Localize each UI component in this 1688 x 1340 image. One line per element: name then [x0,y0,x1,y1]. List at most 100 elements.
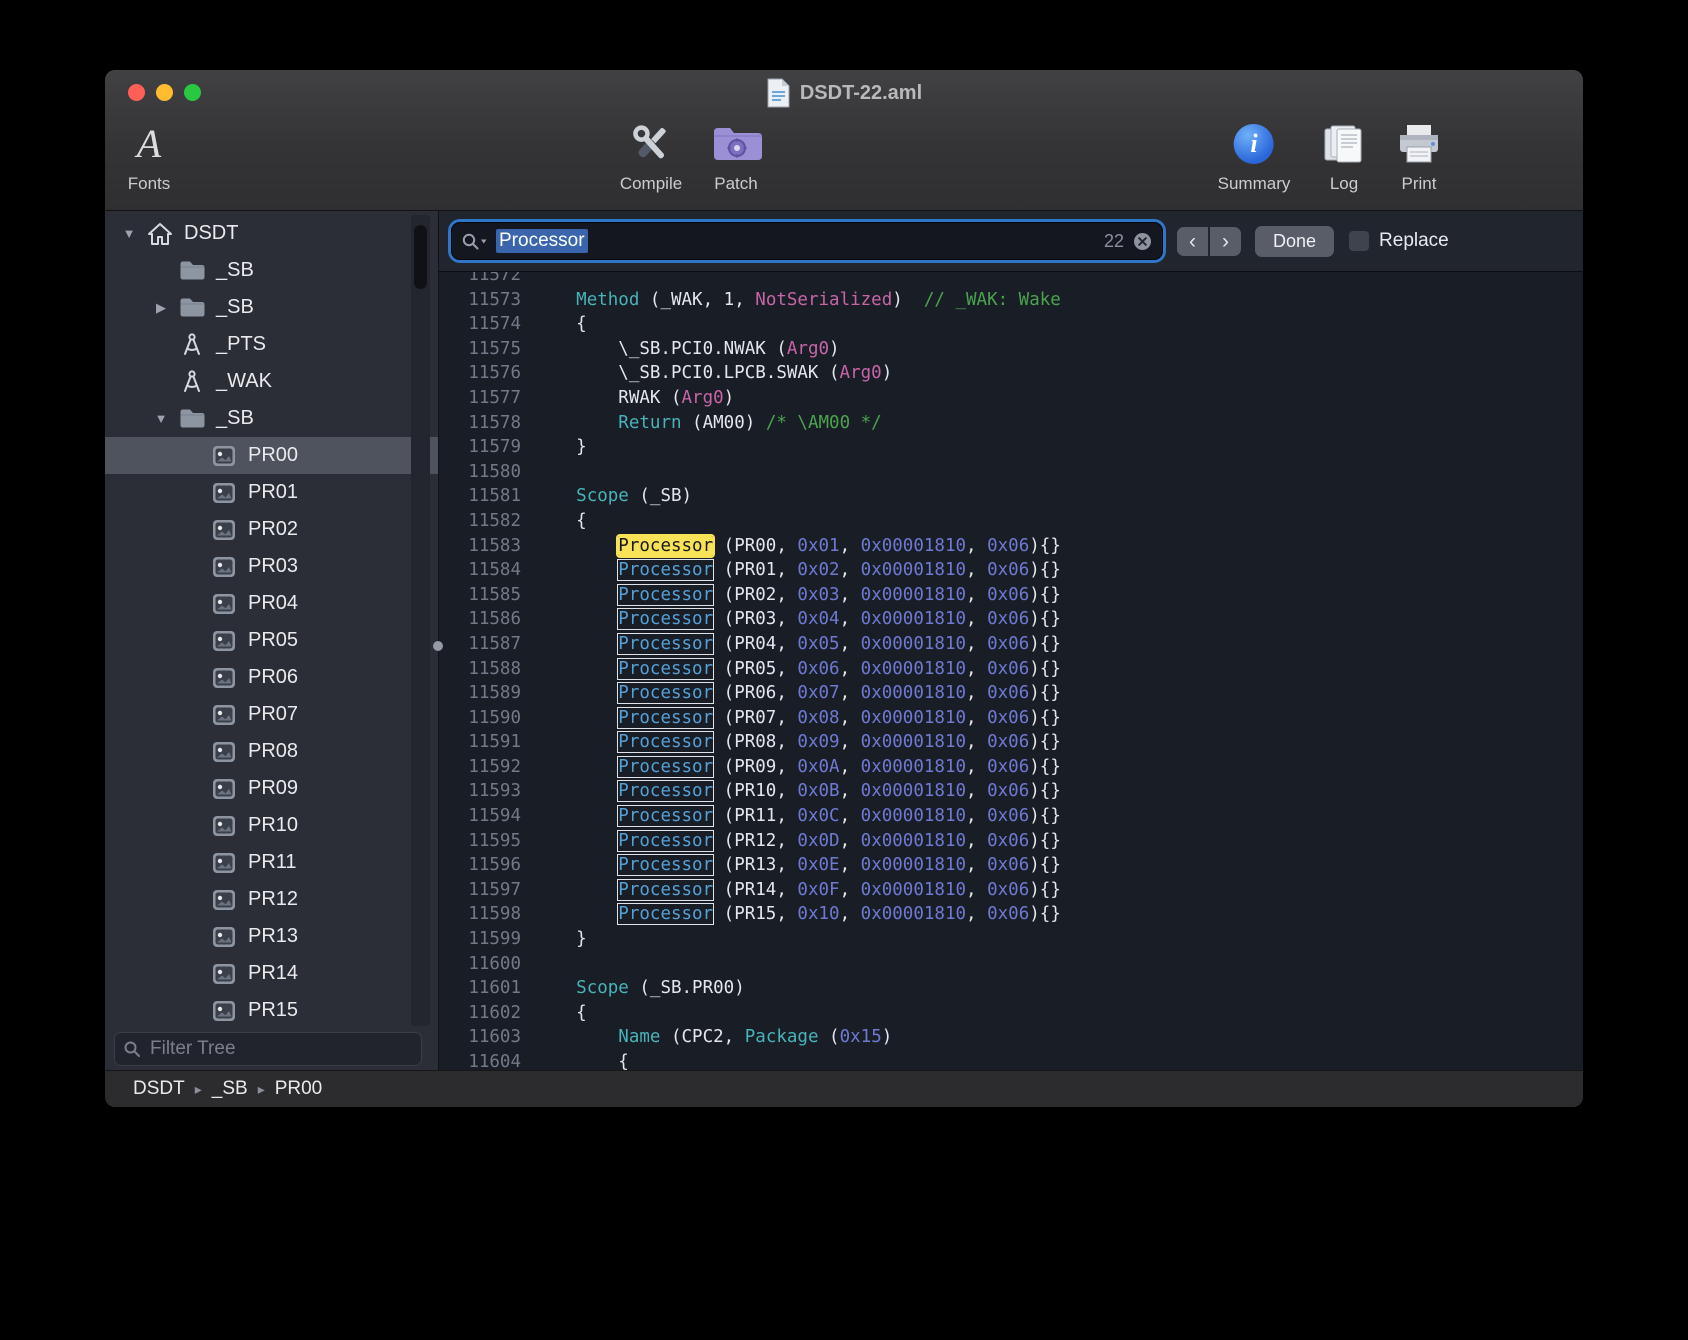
sidebar-item-pr12[interactable]: PR12 [105,881,438,918]
breadcrumb-item[interactable]: _SB [212,1078,248,1100]
sidebar-item-sb[interactable]: ▼_SB [105,400,438,437]
filter-input[interactable] [148,1037,413,1061]
code-line: 11580 [439,460,1583,485]
code-token: , [840,659,861,679]
patch-button[interactable]: Patch [710,116,762,194]
sidebar-item-pr01[interactable]: PR01 [105,474,438,511]
code-text: Processor (PR05, 0x06, 0x00001810, 0x06)… [534,659,1061,679]
clear-search-icon[interactable] [1132,231,1153,252]
code-token: // _WAK: Wake [924,290,1061,310]
find-match: Processor [618,659,713,679]
code-token: 0x06 [987,634,1029,654]
sidebar: ▼DSDT _SB ▶_SB_PTS_WAK▼_SBPR00PR01 PR02 PR03… [105,211,439,1070]
sidebar-item-pr08[interactable]: PR08 [105,733,438,770]
code-token [534,560,618,580]
code-token: , [840,536,861,556]
code-token: Arg0 [840,363,882,383]
code-line: 11583 Processor (PR00, 0x01, 0x00001810,… [439,534,1583,559]
sidebar-item-pr10[interactable]: PR10 [105,807,438,844]
summary-button[interactable]: i Summary [1218,116,1291,194]
replace-checkbox[interactable] [1348,230,1370,252]
sidebar-item-sb[interactable]: ▶_SB [105,289,438,326]
code-text: } [534,437,587,457]
sidebar-item-wak[interactable]: _WAK [105,363,438,400]
code-text: Processor (PR14, 0x0F, 0x00001810, 0x06)… [534,880,1061,900]
sidebar-item-pr15[interactable]: PR15 [105,992,438,1029]
find-next-button[interactable]: › [1210,227,1241,256]
sidebar-item-sb[interactable]: _SB [105,252,438,289]
code-line: 11574 { [439,312,1583,337]
sidebar-item-pr05[interactable]: PR05 [105,622,438,659]
code-token: (PR10, [713,781,797,801]
code-editor[interactable]: 1157211573 Method (_WAK, 1, NotSerialize… [439,272,1583,1070]
find-match: Processor [618,683,713,703]
disclosure-down-icon[interactable]: ▼ [147,411,175,426]
sidebar-item-pr07[interactable]: PR07 [105,696,438,733]
sidebar-item-pr04[interactable]: PR04 [105,585,438,622]
sidebar-item-pr14[interactable]: PR14 [105,955,438,992]
sidebar-item-pr09[interactable]: PR09 [105,770,438,807]
disclosure-right-icon[interactable]: ▶ [147,300,175,316]
method-icon [175,370,209,394]
code-token: 0x06 [987,904,1029,924]
filter-field[interactable] [114,1032,422,1066]
code-line: 11579 } [439,435,1583,460]
code-token: 0x04 [797,609,839,629]
find-bar: Processor 22 ‹ › Done Repla [439,211,1583,272]
sidebar-scrollbar-thumb[interactable] [414,225,427,289]
code-token: 0x09 [797,732,839,752]
code-token: 0x0D [797,831,839,851]
code-token [534,806,618,826]
print-button[interactable]: Print [1396,116,1442,194]
sidebar-item-dsdt[interactable]: ▼DSDT [105,215,438,252]
folder-icon [175,408,209,429]
code-text: RWAK (Arg0) [534,388,734,408]
code-token: ){} [1029,831,1061,851]
code-token: 0x00001810 [861,708,966,728]
breadcrumb-item[interactable]: PR00 [275,1078,323,1100]
code-token: Arg0 [787,339,829,359]
find-previous-button[interactable]: ‹ [1177,227,1208,256]
line-number: 11584 [439,558,534,583]
disclosure-down-icon[interactable]: ▼ [115,226,143,241]
compile-button[interactable]: Compile [620,116,682,194]
sidebar-item-label: PR02 [248,518,298,541]
pane-splitter-handle[interactable] [433,641,443,651]
code-token: ) [892,290,924,310]
code-line: 11599 } [439,927,1583,952]
code-token [534,634,618,654]
sidebar-item-pr06[interactable]: PR06 [105,659,438,696]
code-token: 0x06 [987,757,1029,777]
breadcrumb-item[interactable]: DSDT [133,1078,185,1100]
code-token: , [966,634,987,654]
line-number: 11601 [439,976,534,1001]
sidebar-item-pr00[interactable]: PR00 [105,437,438,474]
breadcrumb-separator: ▸ [258,1081,265,1098]
search-menu-icon[interactable] [461,232,488,251]
sidebar-item-label: PR04 [248,592,298,615]
sidebar-scrollbar-track[interactable] [411,215,430,1026]
code-token: , [840,880,861,900]
fonts-button[interactable]: A Fonts [128,116,171,194]
find-input[interactable]: Processor 22 [451,222,1163,260]
code-token: , [966,585,987,605]
toolbar-label: Fonts [128,174,171,194]
compile-tools-icon [625,116,677,172]
sidebar-item-pr03[interactable]: PR03 [105,548,438,585]
sidebar-item-pts[interactable]: _PTS [105,326,438,363]
code-token: ){} [1029,806,1061,826]
code-text: Processor (PR12, 0x0D, 0x00001810, 0x06)… [534,831,1061,851]
sidebar-item-pr11[interactable]: PR11 [105,844,438,881]
chip-icon [207,630,241,652]
done-button[interactable]: Done [1255,226,1334,257]
sidebar-item-pr02[interactable]: PR02 [105,511,438,548]
sidebar-item-label: PR15 [248,999,298,1022]
code-token: ){} [1029,609,1061,629]
code-token [534,831,618,851]
sidebar-item-pr13[interactable]: PR13 [105,918,438,955]
sidebar-item-label: PR09 [248,777,298,800]
sidebar-item-label: _SB [216,259,254,282]
log-button[interactable]: Log [1321,116,1367,194]
code-token: (PR07, [713,708,797,728]
code-line: 11594 Processor (PR11, 0x0C, 0x00001810,… [439,804,1583,829]
